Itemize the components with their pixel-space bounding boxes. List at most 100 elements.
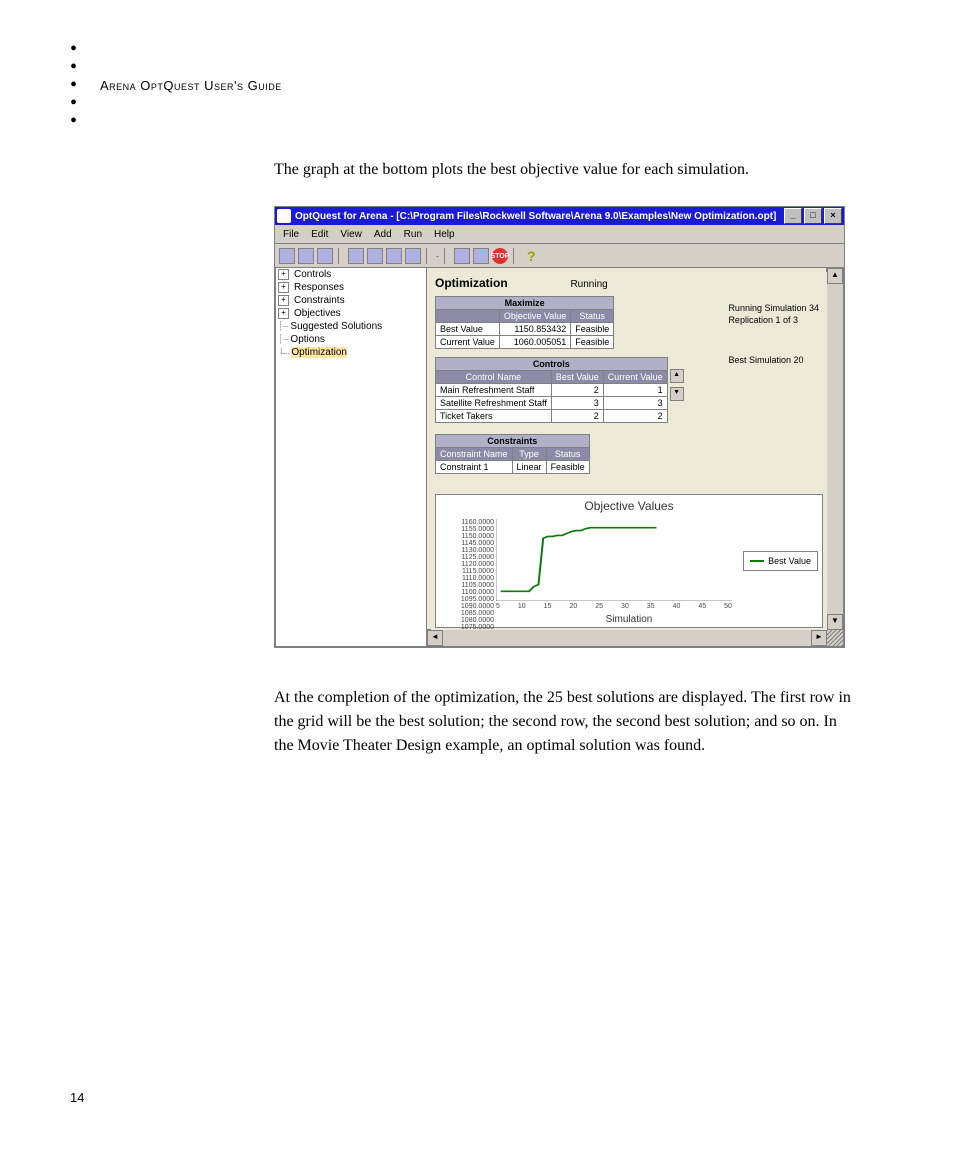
tree-item-responses[interactable]: Responses [294,282,344,293]
menu-bar[interactable]: File Edit View Add Run Help [275,225,844,244]
table-row: Main Refreshment Staff 2 1 [436,384,668,397]
table-row: Ticket Takers 2 2 [436,410,668,423]
window-title: OptQuest for Arena - [C:\Program Files\R… [295,211,784,222]
tree-item-constraints[interactable]: Constraints [294,295,345,306]
table-row: Satellite Refreshment Staff 3 3 [436,397,668,410]
expand-icon[interactable]: + [278,269,289,280]
panel-heading: Optimization [435,276,508,290]
menu-add[interactable]: Add [374,229,392,240]
cell-name: Best Value [436,323,500,336]
body-paragraph-2: At the completion of the optimization, t… [274,686,854,758]
cell-current: 2 [603,410,667,423]
cell-status: Feasible [571,336,614,349]
table-scrollbar[interactable]: ▲ ▼ [670,369,682,399]
toolbar-button[interactable] [473,248,489,264]
menu-file[interactable]: File [283,229,299,240]
page-number: 14 [70,1090,84,1105]
replication-label: Replication 1 of 3 [728,314,819,326]
objective-table: Maximize Objective Value Status Best Val… [435,296,614,349]
table-caption: Constraints [436,435,590,448]
toolbar-button[interactable] [317,248,333,264]
tree-item-objectives[interactable]: Objectives [294,308,341,319]
vertical-scrollbar[interactable]: ▲ ▼ [826,268,843,630]
expand-icon[interactable]: + [278,295,289,306]
scroll-up-icon[interactable]: ▲ [670,369,684,383]
tree-item-options[interactable]: Options [290,334,324,345]
table-caption: Controls [436,358,668,371]
body-paragraph-1: The graph at the bottom plots the best o… [274,158,854,182]
tree-item-optimization[interactable]: Optimization [291,347,347,358]
maximize-button[interactable]: □ [804,208,822,224]
table-row: Best Value 1150.853432 Feasible [436,323,614,336]
tree-item-controls[interactable]: Controls [294,269,331,280]
table-caption: Maximize [436,297,614,310]
menu-run[interactable]: Run [404,229,422,240]
main-panel: ▲ ▼ ◄ ► Optimization Running Running Sim… [427,267,844,647]
scroll-up-icon[interactable]: ▲ [827,268,843,284]
panel-status: Running [570,279,607,290]
cell-value: 1150.853432 [499,323,570,336]
expand-icon[interactable]: + [278,282,289,293]
col-status: Status [571,310,614,323]
col-objective-value: Objective Value [499,310,570,323]
table-row: Current Value 1060.005051 Feasible [436,336,614,349]
scroll-down-icon[interactable]: ▼ [827,614,843,630]
toolbar-button[interactable] [405,248,421,264]
cell-value: 1060.005051 [499,336,570,349]
col-constraint-name: Constraint Name [436,448,513,461]
toolbar-button[interactable] [386,248,402,264]
cell-current: 1 [603,384,667,397]
embedded-app-window: OptQuest for Arena - [C:\Program Files\R… [274,206,845,648]
menu-help[interactable]: Help [434,229,455,240]
toolbar-separator [426,248,431,264]
table-row: Constraint 1 Linear Feasible [436,461,590,474]
expand-icon[interactable]: + [278,308,289,319]
help-icon[interactable]: ? [523,248,540,264]
menu-view[interactable]: View [340,229,362,240]
col-type: Type [512,448,546,461]
resize-grip-icon[interactable] [827,630,843,646]
col-status: Status [546,448,589,461]
close-button[interactable]: × [824,208,842,224]
col-control-name: Control Name [436,371,552,384]
toolbar-button[interactable] [298,248,314,264]
cell-best: 2 [551,410,603,423]
legend-label: Best Value [768,556,811,566]
chart-plot [496,519,732,601]
chart-y-axis: 1160.00001155.00001150.00001145.00001130… [440,519,494,601]
cell-best: 3 [551,397,603,410]
scroll-left-icon[interactable]: ◄ [427,630,443,646]
horizontal-scrollbar[interactable]: ◄ ► [427,629,827,646]
minimize-button[interactable]: _ [784,208,802,224]
toolbar-separator [444,248,449,264]
page-header: Arena OptQuest User's Guide [100,78,282,93]
navigation-tree[interactable]: + Controls + Responses + Constraints + Objec… [275,267,427,647]
tree-item-suggested[interactable]: Suggested Solutions [290,321,382,332]
toolbar-button[interactable] [348,248,364,264]
legend-swatch [750,560,764,562]
scroll-down-icon[interactable]: ▼ [670,387,684,401]
col-current-value: Current Value [603,371,667,384]
app-icon [277,209,291,223]
cell-current: 3 [603,397,667,410]
toolbar-button[interactable] [454,248,470,264]
margin-bullets: ••••• [70,40,77,130]
toolbar-separator [513,248,518,264]
cell-best: 2 [551,384,603,397]
controls-table: Controls Control Name Best Value Current… [435,357,668,423]
toolbar-button[interactable] [367,248,383,264]
toolbar-button[interactable] [279,248,295,264]
scroll-right-icon[interactable]: ► [811,630,827,646]
cell-type: Linear [512,461,546,474]
cell-name: Main Refreshment Staff [436,384,552,397]
objective-chart: Objective Values 1160.00001155.00001150.… [435,494,823,628]
constraints-table: Constraints Constraint Name Type Status … [435,434,590,474]
toolbar-separator [338,248,343,264]
best-sim-label: Best Simulation 20 [728,354,819,366]
col-best-value: Best Value [551,371,603,384]
cell-name: Satellite Refreshment Staff [436,397,552,410]
chart-x-axis: 5101520253035404550 [496,603,732,613]
title-bar[interactable]: OptQuest for Arena - [C:\Program Files\R… [275,207,844,225]
stop-icon[interactable]: STOP [492,248,508,264]
menu-edit[interactable]: Edit [311,229,328,240]
